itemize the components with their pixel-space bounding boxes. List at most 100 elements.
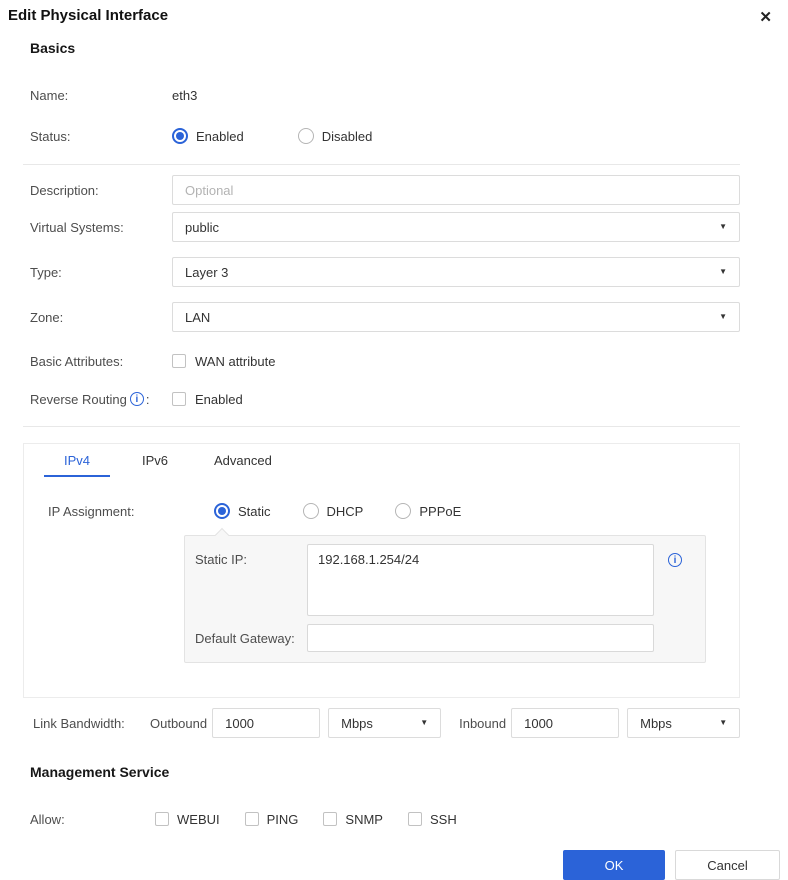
reverse-routing-enabled-option[interactable]: Enabled xyxy=(172,392,243,407)
chevron-down-icon: ▼ xyxy=(420,718,429,727)
inbound-unit-value: Mbps xyxy=(640,715,672,731)
link-bandwidth-label: Link Bandwidth: xyxy=(33,715,125,731)
allow-ping-label: PING xyxy=(266,811,299,827)
outbound-label: Outbound xyxy=(150,715,208,731)
zone-select[interactable]: LAN ▼ xyxy=(172,302,740,332)
tab-ipv4[interactable]: IPv4 xyxy=(44,444,110,477)
name-value: eth3 xyxy=(172,87,198,103)
checkbox-unchecked-icon[interactable] xyxy=(172,354,186,368)
allow-label: Allow: xyxy=(30,811,65,827)
reverse-routing-enabled-label: Enabled xyxy=(195,391,243,407)
wan-attribute-option[interactable]: WAN attribute xyxy=(172,354,275,369)
outbound-unit-value: Mbps xyxy=(341,715,373,731)
allow-webui-label: WEBUI xyxy=(177,811,220,827)
inbound-unit-select[interactable]: Mbps ▼ xyxy=(627,708,741,738)
ip-settings-panel: IPv4 IPv6 Advanced IP Assignment: Static… xyxy=(23,443,740,698)
default-gateway-label: Default Gateway: xyxy=(195,630,295,646)
ok-button[interactable]: OK xyxy=(563,850,665,880)
radio-unchecked-icon[interactable] xyxy=(297,128,314,144)
basics-heading: Basics xyxy=(30,40,76,56)
static-ip-textarea[interactable]: 192.168.1.254/24 xyxy=(307,544,654,616)
radio-unchecked-icon[interactable] xyxy=(302,503,319,519)
inbound-value-input[interactable] xyxy=(511,708,620,738)
info-icon[interactable]: i xyxy=(668,553,682,567)
allow-ping-option[interactable]: PING xyxy=(244,811,299,827)
type-select[interactable]: Layer 3 ▼ xyxy=(172,257,740,287)
status-enabled-option[interactable]: Enabled xyxy=(172,128,244,144)
allow-snmp-option[interactable]: SNMP xyxy=(323,812,383,827)
status-label: Status: xyxy=(30,128,71,144)
ip-assignment-label: IP Assignment: xyxy=(48,503,135,519)
allow-ssh-label: SSH xyxy=(429,811,457,827)
ip-assignment-row: IP Assignment: Static DHCP PPPoE xyxy=(48,503,739,519)
checkbox-unchecked-icon[interactable] xyxy=(244,812,259,826)
description-input[interactable] xyxy=(172,175,740,205)
radio-checked-icon[interactable] xyxy=(172,128,188,144)
status-row: Status: Enabled Disabled xyxy=(30,126,740,146)
zone-value: LAN xyxy=(185,309,211,325)
ip-assignment-dhcp-label: DHCP xyxy=(326,503,364,519)
dialog-footer: OK Cancel xyxy=(0,850,788,880)
tab-advanced[interactable]: Advanced xyxy=(200,444,286,477)
link-bandwidth-row: Link Bandwidth: Outbound Mbps ▼ Inbound … xyxy=(33,708,748,738)
chevron-down-icon: ▼ xyxy=(719,222,727,231)
static-ip-panel: Static IP: 192.168.1.254/24 i Default Ga… xyxy=(184,527,706,663)
management-service-heading: Management Service xyxy=(30,764,170,780)
zone-label: Zone: xyxy=(30,309,64,325)
radio-unchecked-icon[interactable] xyxy=(395,503,412,519)
allow-webui-option[interactable]: WEBUI xyxy=(155,812,220,827)
description-label: Description: xyxy=(30,182,99,198)
cancel-button[interactable]: Cancel xyxy=(675,850,780,880)
ip-assignment-dhcp-option[interactable]: DHCP xyxy=(302,503,364,519)
chevron-down-icon: ▼ xyxy=(719,718,728,727)
ip-assignment-pppoe-label: PPPoE xyxy=(419,503,462,519)
inbound-label: Inbound xyxy=(459,715,507,731)
checkbox-unchecked-icon[interactable] xyxy=(407,812,422,826)
reverse-routing-label: Reverse Routing xyxy=(30,391,127,407)
status-disabled-option[interactable]: Disabled xyxy=(297,128,373,144)
allow-row: Allow: WEBUI PING SNMP SSH xyxy=(30,810,740,828)
name-label: Name: xyxy=(30,87,69,103)
radio-checked-icon[interactable] xyxy=(214,503,230,519)
description-row: Description: xyxy=(30,175,740,205)
outbound-value-input[interactable] xyxy=(212,708,321,738)
ip-assignment-pppoe-option[interactable]: PPPoE xyxy=(395,503,461,519)
ip-assignment-radio-group: Static DHCP PPPoE xyxy=(214,503,493,519)
outbound-unit-select[interactable]: Mbps ▼ xyxy=(328,708,442,738)
chevron-down-icon: ▼ xyxy=(719,267,727,276)
type-label: Type: xyxy=(30,264,62,280)
ip-assignment-static-label: Static xyxy=(238,503,271,519)
virtual-systems-row: Virtual Systems: public ▼ xyxy=(30,212,740,242)
virtual-systems-select[interactable]: public ▼ xyxy=(172,212,740,242)
chevron-down-icon: ▼ xyxy=(719,312,727,321)
divider xyxy=(23,164,740,165)
checkbox-unchecked-icon[interactable] xyxy=(155,812,169,826)
allow-ssh-option[interactable]: SSH xyxy=(407,811,457,827)
static-ip-row: Static IP: 192.168.1.254/24 i xyxy=(195,544,693,616)
panel-notch xyxy=(214,527,230,543)
type-value: Layer 3 xyxy=(185,264,229,280)
status-enabled-label: Enabled xyxy=(196,128,244,144)
divider xyxy=(23,426,740,427)
info-icon[interactable]: i xyxy=(129,392,144,406)
status-radio-group: Enabled Disabled xyxy=(172,128,426,144)
ip-assignment-static-option[interactable]: Static xyxy=(214,503,271,519)
reverse-routing-label-group: Reverse Routing i : xyxy=(30,392,172,407)
close-icon[interactable]: ✕ xyxy=(757,7,774,28)
basic-attributes-label: Basic Attributes: xyxy=(30,353,124,369)
reverse-routing-colon: : xyxy=(145,391,150,407)
tab-bar: IPv4 IPv6 Advanced xyxy=(24,444,739,477)
status-disabled-label: Disabled xyxy=(321,128,373,144)
checkbox-unchecked-icon[interactable] xyxy=(323,812,338,826)
reverse-routing-row: Reverse Routing i : Enabled xyxy=(30,390,740,408)
dialog-title: Edit Physical Interface xyxy=(8,7,169,24)
default-gateway-input[interactable] xyxy=(307,624,654,652)
default-gateway-row: Default Gateway: xyxy=(195,624,693,652)
basic-attributes-row: Basic Attributes: WAN attribute xyxy=(30,352,740,370)
name-row: Name: eth3 xyxy=(30,85,740,105)
allow-snmp-label: SNMP xyxy=(345,811,383,827)
type-row: Type: Layer 3 ▼ xyxy=(30,257,740,287)
virtual-systems-label: Virtual Systems: xyxy=(30,219,124,235)
tab-ipv6[interactable]: IPv6 xyxy=(122,444,188,477)
checkbox-unchecked-icon[interactable] xyxy=(172,392,186,406)
